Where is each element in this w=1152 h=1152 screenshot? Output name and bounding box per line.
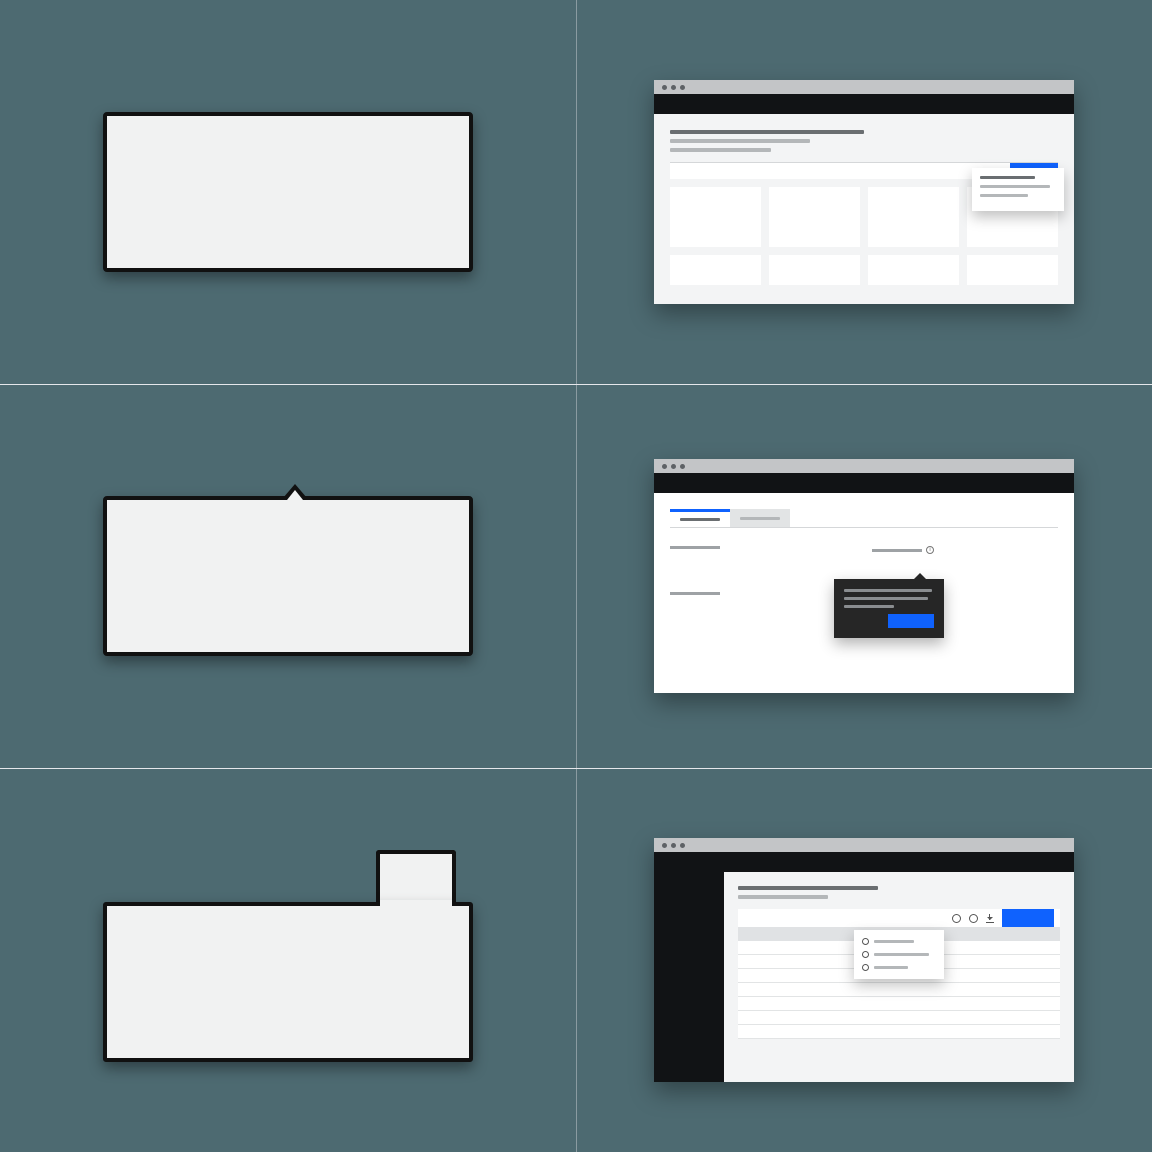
cell-r2-right: i xyxy=(576,384,1152,768)
app-header-bar xyxy=(654,473,1074,493)
window-dot xyxy=(671,85,676,90)
col-divider xyxy=(576,768,577,1152)
tooltip-action-button[interactable] xyxy=(888,614,934,628)
download-icon[interactable] xyxy=(986,914,994,923)
radio-icon xyxy=(862,938,869,945)
menu-option[interactable] xyxy=(862,938,936,945)
radio-icon xyxy=(862,964,869,971)
tab-inactive[interactable] xyxy=(730,509,790,527)
card-tile[interactable] xyxy=(868,187,959,247)
cell-r3-left xyxy=(0,768,576,1152)
subtitle-skeleton xyxy=(738,895,828,899)
card-tile[interactable] xyxy=(670,187,761,247)
app-header-bar xyxy=(654,852,1074,872)
card-grid-row2 xyxy=(670,255,1058,285)
browser-chrome xyxy=(654,838,1074,852)
text-field[interactable] xyxy=(872,560,1058,578)
card-tile[interactable] xyxy=(769,187,860,247)
col-divider xyxy=(576,0,577,384)
window-dot xyxy=(680,85,685,90)
body-split xyxy=(654,872,1074,1082)
settings-icon[interactable] xyxy=(969,914,978,923)
tooltip-text-line xyxy=(844,605,894,608)
card-tile[interactable] xyxy=(967,255,1058,285)
settings-menu-popover xyxy=(854,930,944,979)
card-tile[interactable] xyxy=(670,255,761,285)
field-label xyxy=(670,546,720,549)
primary-button[interactable] xyxy=(1002,909,1054,927)
table-row[interactable] xyxy=(738,983,1060,997)
menu-item[interactable] xyxy=(980,185,1050,188)
window-dot xyxy=(671,843,676,848)
window-dot xyxy=(680,464,685,469)
content-area xyxy=(654,114,1074,304)
plain-popover-shape xyxy=(103,112,473,272)
browser-mockup-settings xyxy=(654,838,1074,1082)
browser-mockup-tooltip: i xyxy=(654,459,1074,693)
table-row[interactable] xyxy=(738,997,1060,1011)
table-row[interactable] xyxy=(738,1025,1060,1039)
tooltip-text-line xyxy=(844,589,932,592)
window-dot xyxy=(662,464,667,469)
browser-chrome xyxy=(654,80,1074,94)
page-title-skeleton xyxy=(738,886,878,890)
menu-option[interactable] xyxy=(862,951,936,958)
main-panel xyxy=(724,872,1074,1082)
field-label xyxy=(872,549,922,552)
menu-item[interactable] xyxy=(980,176,1035,179)
caret-popover-shape xyxy=(103,496,473,656)
page-title-skeleton xyxy=(670,130,864,134)
text-field[interactable] xyxy=(670,560,856,578)
content-area: i xyxy=(654,493,1074,693)
tab-active[interactable] xyxy=(670,509,730,527)
tab-bar xyxy=(670,509,1058,528)
text-field[interactable] xyxy=(670,601,856,619)
card-tile[interactable] xyxy=(769,255,860,285)
cell-r3-right xyxy=(576,768,1152,1152)
window-dot xyxy=(662,85,667,90)
tooltip-text-line xyxy=(844,597,928,600)
cell-r1-left xyxy=(0,0,576,384)
window-dot xyxy=(662,843,667,848)
browser-chrome xyxy=(654,459,1074,473)
window-dot xyxy=(680,843,685,848)
toolbar xyxy=(738,909,1060,927)
popover-tab-connector xyxy=(376,850,456,906)
search-input[interactable] xyxy=(670,163,1010,179)
radio-icon xyxy=(862,951,869,958)
tooltip-popover xyxy=(834,579,944,638)
app-header-bar xyxy=(654,94,1074,114)
menu-item[interactable] xyxy=(980,194,1028,197)
cell-r2-left xyxy=(0,384,576,768)
table-row[interactable] xyxy=(738,1011,1060,1025)
browser-mockup-dropdown xyxy=(654,80,1074,304)
col-divider xyxy=(576,384,577,768)
tab-popover-shape xyxy=(103,850,473,1070)
search-icon[interactable] xyxy=(952,914,961,923)
dropdown-menu xyxy=(972,168,1064,211)
subtitle-skeleton xyxy=(670,139,810,143)
card-tile[interactable] xyxy=(868,255,959,285)
info-icon[interactable]: i xyxy=(926,546,934,554)
menu-option[interactable] xyxy=(862,964,936,971)
field-label xyxy=(670,592,720,595)
subtitle-skeleton xyxy=(670,148,771,152)
window-dot xyxy=(671,464,676,469)
sidebar xyxy=(654,872,724,1082)
cell-r1-right xyxy=(576,0,1152,384)
